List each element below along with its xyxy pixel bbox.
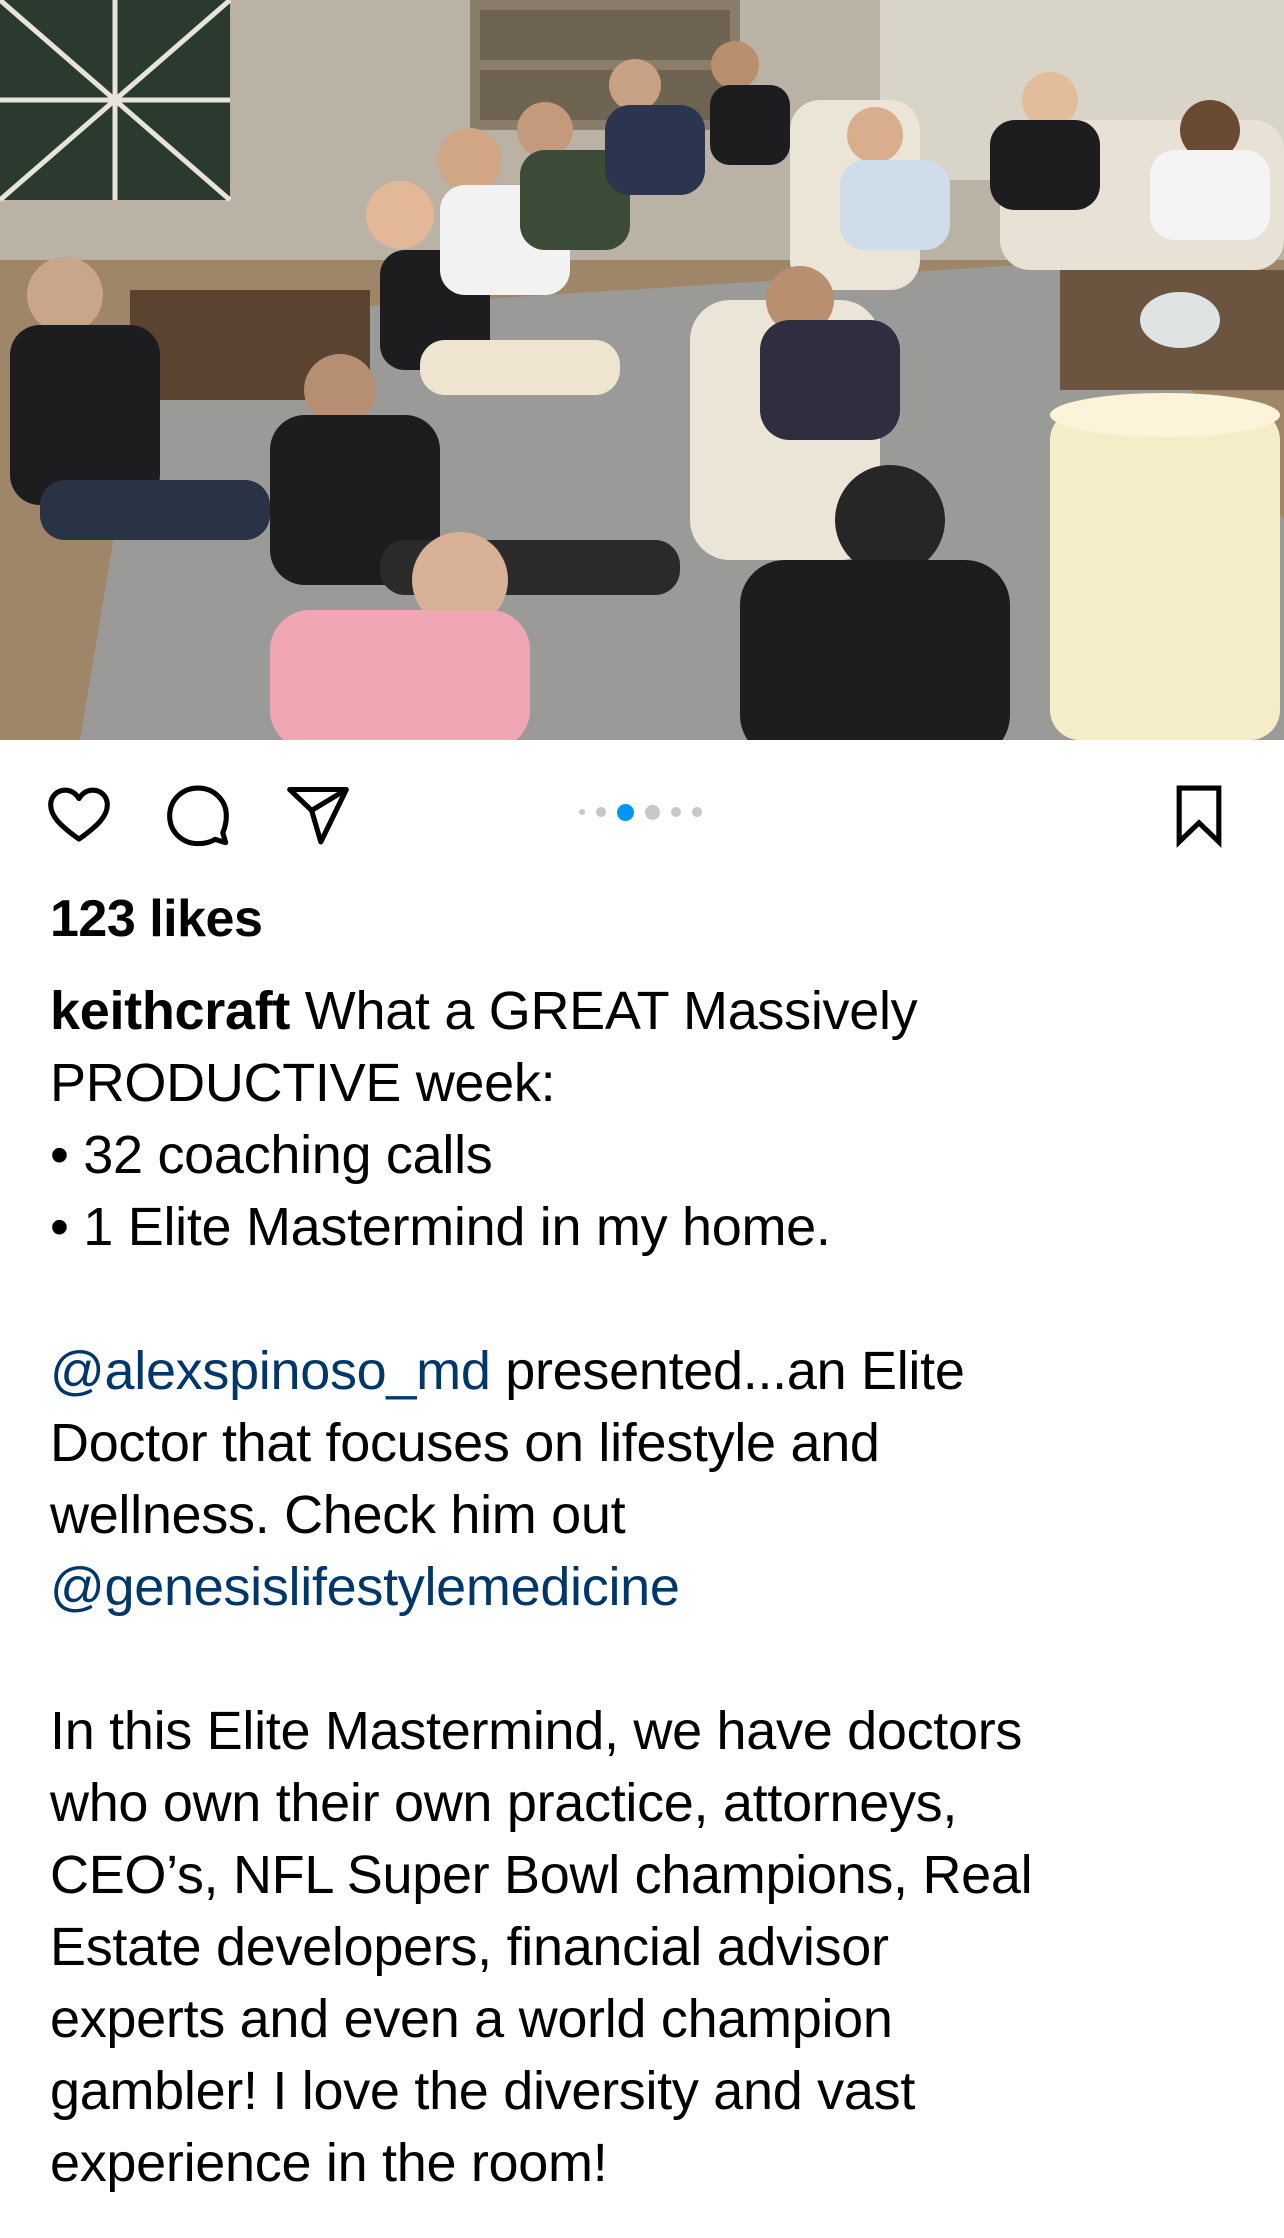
carousel-dot [691, 807, 702, 817]
carousel-dot [578, 809, 585, 815]
caption-bullet: • 32 coaching calls [50, 1125, 493, 1185]
post-caption: keithcraft What a GREAT Massively PRODUC… [50, 975, 1250, 2199]
caption-line: who own their own practice, attorneys, [50, 1773, 958, 1833]
caption-line: keithcraft What a GREAT Massively [50, 975, 1250, 1047]
caption-line: wellness. Check him out [50, 1485, 626, 1545]
caption-line: experience in the room! [50, 2133, 608, 2193]
mention-link[interactable]: @alexspinoso_md [50, 1341, 491, 1401]
comment-bubble-icon[interactable] [161, 778, 235, 852]
caption-bullet: • 1 Elite Mastermind in my home. [50, 1197, 831, 1257]
caption-username[interactable]: keithcraft [50, 981, 290, 1041]
caption-line: CEO’s, NFL Super Bowl champions, Real [50, 1845, 1033, 1905]
caption-line: @genesislifestylemedicine [50, 1551, 1250, 1623]
caption-line: Estate developers, financial advisor [50, 1917, 889, 1977]
caption-text: presented...an Elite [490, 1341, 965, 1401]
post-photo[interactable] [0, 0, 1284, 740]
carousel-indicator [540, 797, 740, 827]
caption-line: In this Elite Mastermind, we have doctor… [50, 1701, 1023, 1761]
post-action-bar [0, 740, 1284, 885]
likes-count[interactable]: 123 likes [50, 884, 263, 954]
carousel-dot [670, 807, 681, 817]
caption-line: experts and even a world champion [50, 1989, 893, 2049]
caption-line: @alexspinoso_md presented...an Elite [50, 1335, 1250, 1407]
mention-link[interactable]: @genesislifestylemedicine [50, 1557, 680, 1617]
carousel-dot [644, 804, 660, 820]
post-photo-illustration [0, 0, 1284, 740]
caption-line: Doctor that focuses on lifestyle and [50, 1413, 880, 1473]
carousel-dot-active [616, 803, 634, 821]
heart-outline-icon[interactable] [42, 778, 116, 852]
bookmark-outline-icon[interactable] [1162, 778, 1236, 852]
caption-line: gambler! I love the diversity and vast [50, 2061, 916, 2121]
paper-plane-icon[interactable] [281, 778, 355, 852]
caption-line: PRODUCTIVE week: [50, 1053, 556, 1113]
carousel-dot [595, 807, 606, 817]
caption-text: What a GREAT Massively [290, 981, 918, 1041]
